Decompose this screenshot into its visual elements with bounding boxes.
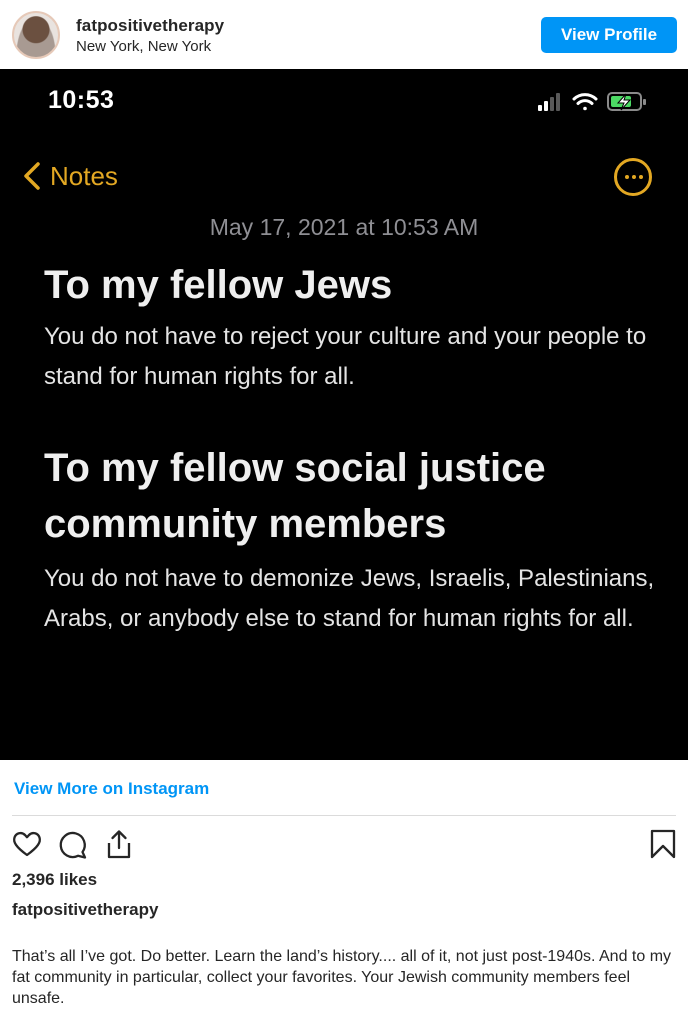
divider (12, 815, 676, 816)
signal-icon (538, 93, 560, 111)
share-icon[interactable] (104, 828, 134, 860)
note-heading-1: To my fellow Jews (44, 263, 393, 307)
post-image[interactable]: 10:53 Notes May 17, 2021 at 10:53 AM To … (0, 69, 688, 760)
notes-back-label: Notes (50, 160, 118, 191)
status-icons (538, 92, 646, 111)
comment-icon[interactable] (58, 828, 88, 860)
note-body-1: You do not have to reject your culture a… (44, 323, 647, 390)
likes-count[interactable]: 2,396 likes (12, 870, 97, 890)
caption-text: That’s all I’ve got. Do better. Learn th… (12, 948, 672, 1007)
notes-back-button[interactable]: Notes (18, 160, 118, 192)
view-profile-button[interactable]: View Profile (541, 17, 677, 53)
post-header: fatpositivetherapy New York, New York Vi… (0, 0, 688, 69)
wifi-icon (572, 93, 598, 111)
status-time: 10:53 (48, 86, 115, 114)
note-heading-2: To my fellow social justice community me… (44, 446, 546, 546)
bookmark-icon[interactable] (648, 828, 678, 860)
location[interactable]: New York, New York (76, 38, 211, 55)
username[interactable]: fatpositivetherapy (76, 16, 224, 36)
caption-username[interactable]: fatpositivetherapy (12, 900, 158, 920)
heart-icon[interactable] (12, 828, 42, 860)
avatar[interactable] (12, 11, 60, 59)
view-more-link[interactable]: View More on Instagram (14, 779, 209, 799)
note-date: May 17, 2021 at 10:53 AM (209, 214, 479, 240)
battery-icon (607, 92, 646, 111)
more-options-icon[interactable] (614, 158, 652, 196)
chevron-left-icon (24, 162, 40, 190)
note-body-2: You do not have to demonize Jews, Israel… (44, 565, 655, 632)
